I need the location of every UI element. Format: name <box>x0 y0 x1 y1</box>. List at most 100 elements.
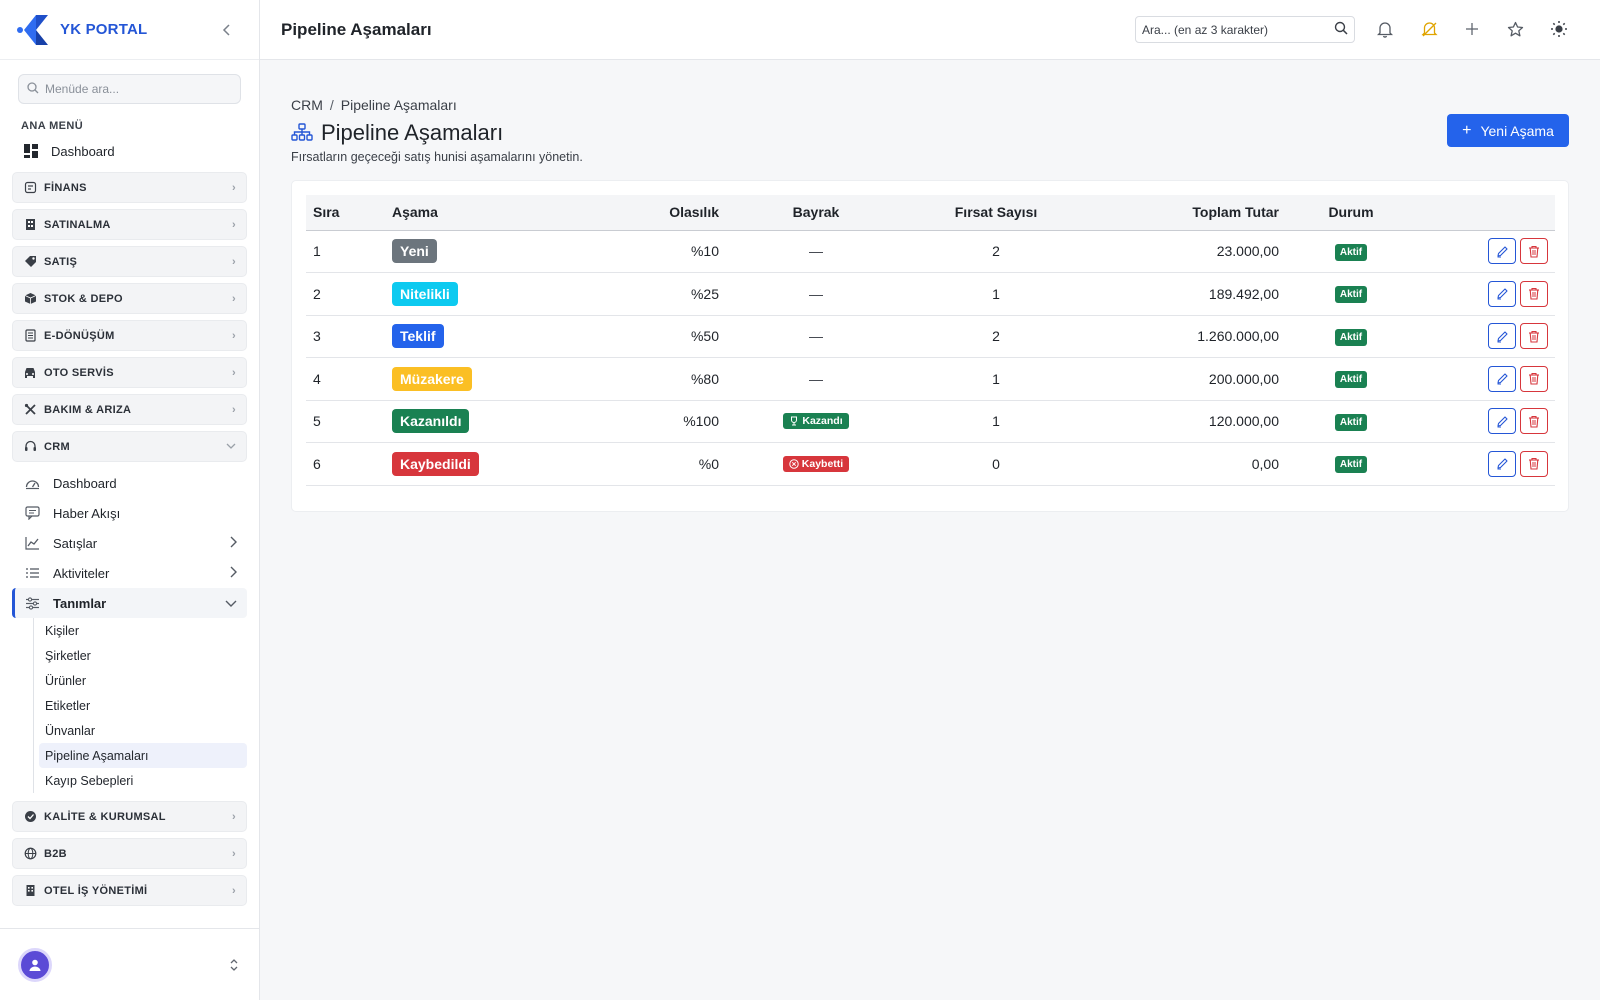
cell-count: 0 <box>906 442 1086 486</box>
plus-icon[interactable] <box>1462 19 1482 39</box>
bell-off-icon[interactable] <box>1419 19 1439 39</box>
group-otel-is-yonetimi[interactable]: OTEL İŞ YÖNETİMİ › <box>12 875 247 906</box>
cell-status: Aktif <box>1286 315 1416 358</box>
chevron-right-icon: › <box>232 329 236 342</box>
sidebar-leaf-kayip-sebepleri[interactable]: Kayıp Sebepleri <box>39 768 247 793</box>
col-count[interactable]: Fırsat Sayısı <box>906 195 1086 231</box>
group-finans[interactable]: FİNANS › <box>12 172 247 203</box>
cell-flag: — <box>726 357 906 401</box>
delete-button[interactable] <box>1520 323 1548 350</box>
delete-button[interactable] <box>1520 408 1548 435</box>
menu-search-input[interactable] <box>45 82 225 96</box>
delete-button[interactable] <box>1520 450 1548 477</box>
edit-button[interactable] <box>1488 450 1516 477</box>
search-icon <box>27 81 39 97</box>
edit-button[interactable] <box>1488 365 1516 392</box>
bell-icon[interactable] <box>1375 19 1395 39</box>
group-oto-servis[interactable]: OTO SERVİS › <box>12 357 247 388</box>
main-content: CRM / Pipeline Aşamaları Pipeline Aşamalar… <box>260 60 1600 1000</box>
col-probability[interactable]: Olasılık <box>556 195 726 231</box>
sidebar-item-crm-dashboard[interactable]: Dashboard <box>12 468 247 498</box>
cell-probability: %10 <box>556 230 726 273</box>
chevron-updown-icon[interactable] <box>229 958 239 972</box>
chevron-down-icon <box>225 596 237 611</box>
cell-total: 120.000,00 <box>1086 400 1286 443</box>
trash-icon <box>1528 287 1540 300</box>
table-header-row: Sıra Aşama Olasılık Bayrak Fırsat Sayısı… <box>306 195 1555 231</box>
avatar[interactable] <box>18 947 52 982</box>
chevron-down-icon <box>226 441 236 453</box>
search-icon[interactable] <box>1334 21 1348 38</box>
breadcrumb-root[interactable]: CRM <box>291 97 323 113</box>
group-satis[interactable]: SATIŞ › <box>12 246 247 277</box>
sidebar-item-tanimlar[interactable]: Tanımlar <box>12 588 247 618</box>
sidebar-leaf-etiketler[interactable]: Etiketler <box>39 693 247 718</box>
sidebar-leaf-sirketler[interactable]: Şirketler <box>39 643 247 668</box>
delete-button[interactable] <box>1520 238 1548 265</box>
table-row: 3 Teklif %50 — 2 1.260.000,00 Aktif <box>306 315 1555 358</box>
sidebar-leaf-urunler[interactable]: Ürünler <box>39 668 247 693</box>
group-label: STOK & DEPO <box>44 292 123 305</box>
cell-count: 2 <box>906 230 1086 273</box>
col-flag[interactable]: Bayrak <box>726 195 906 231</box>
chevron-right-icon: › <box>232 847 236 860</box>
header-title: Pipeline Aşamaları <box>281 19 432 39</box>
cell-probability: %80 <box>556 357 726 401</box>
group-kalite-kurumsal[interactable]: KALİTE & KURUMSAL › <box>12 801 247 832</box>
group-crm[interactable]: CRM <box>12 431 247 462</box>
cell-order: 4 <box>306 357 385 401</box>
star-icon[interactable] <box>1505 19 1525 39</box>
group-stok-depo[interactable]: STOK & DEPO › <box>12 283 247 314</box>
group-label: BAKIM & ARIZA <box>44 403 132 416</box>
col-status[interactable]: Durum <box>1286 195 1416 231</box>
sidebar-leaf-unvanlar[interactable]: Ünvanlar <box>39 718 247 743</box>
group-b2b[interactable]: B2B › <box>12 838 247 869</box>
sidebar-item-dashboard[interactable]: Dashboard <box>12 136 247 166</box>
table-row: 1 Yeni %10 — 2 23.000,00 Aktif <box>306 230 1555 273</box>
edit-button[interactable] <box>1488 408 1516 435</box>
cell-probability: %25 <box>556 272 726 316</box>
edit-button[interactable] <box>1488 238 1516 265</box>
sidebar-leaf-pipeline-asamalari[interactable]: Pipeline Aşamaları <box>39 743 247 768</box>
stage-badge: Müzakere <box>392 366 472 391</box>
new-stage-button[interactable]: + Yeni Aşama <box>1447 114 1569 147</box>
sidebar-item-satislar[interactable]: Satışlar <box>12 528 247 558</box>
sidebar-item-aktiviteler[interactable]: Aktiviteler <box>12 558 247 588</box>
breadcrumb-separator: / <box>329 97 334 113</box>
sun-icon[interactable] <box>1549 19 1569 39</box>
edit-button[interactable] <box>1488 323 1516 350</box>
delete-button[interactable] <box>1520 365 1548 392</box>
chevron-right-icon: › <box>232 218 236 231</box>
sidebar-leaf-kisiler[interactable]: Kişiler <box>39 618 247 643</box>
cell-actions <box>1416 315 1555 358</box>
group-satinalma[interactable]: SATINALMA › <box>12 209 247 240</box>
sidebar-item-haber-akisi[interactable]: Haber Akışı <box>12 498 247 528</box>
menu-section-title: ANA MENÜ <box>21 120 84 132</box>
chevron-right-icon: › <box>232 181 236 194</box>
cell-count: 1 <box>906 272 1086 316</box>
finance-icon <box>23 181 37 195</box>
box-icon <box>23 292 37 306</box>
col-stage[interactable]: Aşama <box>385 195 556 231</box>
group-e-donusum[interactable]: E-DÖNÜŞÜM › <box>12 320 247 351</box>
user-footer[interactable] <box>0 928 259 1000</box>
cell-status: Aktif <box>1286 272 1416 316</box>
trash-icon <box>1528 245 1540 258</box>
stages-card: Sıra Aşama Olasılık Bayrak Fırsat Sayısı… <box>291 180 1569 512</box>
cell-probability: %50 <box>556 315 726 358</box>
status-badge: Aktif <box>1334 371 1368 389</box>
global-search-input[interactable] <box>1142 22 1322 37</box>
edit-button[interactable] <box>1488 280 1516 307</box>
cell-probability: %0 <box>556 442 726 486</box>
cell-status: Aktif <box>1286 357 1416 401</box>
top-bar: Pipeline Aşamaları <box>260 0 1600 60</box>
col-order[interactable]: Sıra <box>306 195 385 231</box>
delete-button[interactable] <box>1520 280 1548 307</box>
menu-search[interactable] <box>18 74 241 104</box>
group-label: OTO SERVİS <box>44 366 114 379</box>
logo-icon[interactable] <box>16 13 50 47</box>
group-bakim-ariza[interactable]: BAKIM & ARIZA › <box>12 394 247 425</box>
global-search[interactable] <box>1135 16 1355 43</box>
collapse-sidebar-button[interactable] <box>217 20 237 40</box>
col-total[interactable]: Toplam Tutar <box>1086 195 1286 231</box>
